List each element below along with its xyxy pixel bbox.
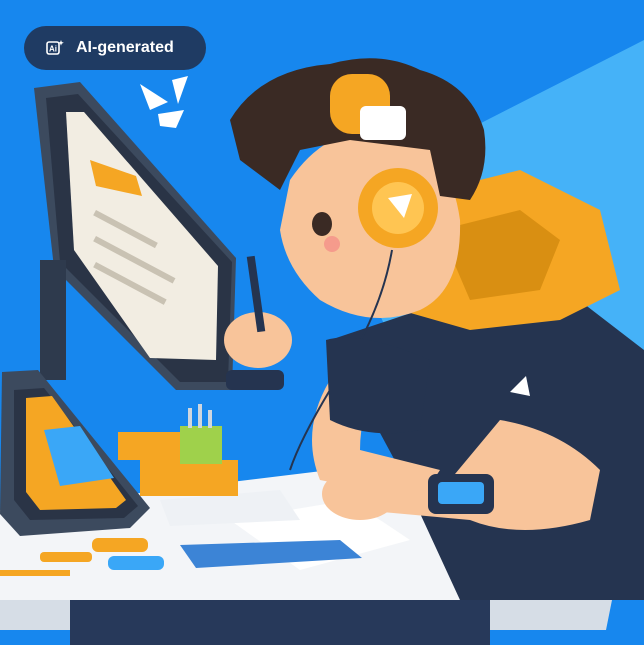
- cheek: [324, 236, 340, 252]
- ai-generated-label: AI-generated: [76, 39, 174, 56]
- ai-generated-badge[interactable]: Ai AI-generated: [24, 26, 206, 70]
- ai-sparkle-icon: Ai: [46, 39, 64, 57]
- svg-text:Ai: Ai: [49, 45, 57, 54]
- pen-cup: [180, 426, 222, 464]
- illustration-scene: Ai AI-generated: [0, 0, 644, 645]
- wristband: [226, 370, 284, 390]
- eye: [312, 212, 332, 236]
- desk-shadow: [70, 600, 490, 645]
- illustration: [0, 0, 644, 645]
- monitor-stand: [40, 260, 66, 380]
